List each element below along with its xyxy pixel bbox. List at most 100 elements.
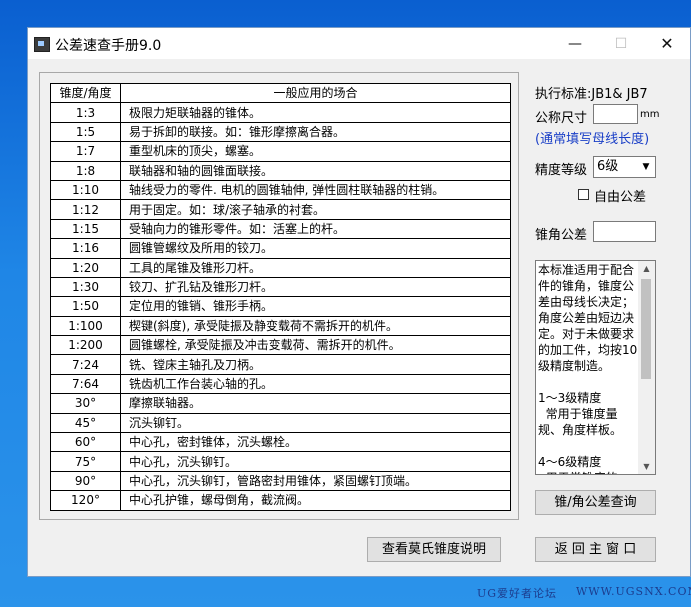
application-cell: 沉头铆钉。 (120, 412, 511, 434)
table-row: 1:10 轴线受力的零件. 电机的圆锥轴伸, 弹性圆柱联轴器的柱销。 (50, 179, 511, 201)
taper-ratio-cell: 75° (50, 451, 121, 472)
table-row: 45° 沉头铆钉。 (50, 412, 511, 434)
application-cell: 楔键(斜度), 承受陡振及静变载荷不需拆开的机件。 (120, 315, 511, 337)
taper-ratio-cell: 1:100 (50, 315, 121, 337)
table-row: 90° 中心孔，沉头铆钉，管路密封用锥体，紧固螺钉顶端。 (50, 470, 511, 492)
table-row: 60° 中心孔，密封锥体，沉头螺栓。 (50, 432, 511, 453)
taper-table: 锥度/角度 一般应用的场合 1:3 极限力矩联轴器的锥体。 1:5 易于拆卸的联接。如… (50, 82, 511, 511)
taper-ratio-cell: 7:64 (50, 373, 121, 395)
scroll-thumb[interactable] (641, 279, 651, 379)
scroll-down-icon[interactable]: ▼ (638, 459, 655, 474)
app-window: 公差速查手册9.0 — ☐ ✕ 锥度/角度 一般应用的场合 1:3 极限力矩联轴器… (27, 27, 691, 577)
table-row: 1:16 圆锥管螺纹及所用的铰刀。 (50, 238, 511, 259)
application-cell: 中心孔护锥，螺母倒角，截流阀。 (120, 490, 511, 511)
taper-table-group: 锥度/角度 一般应用的场合 1:3 极限力矩联轴器的锥体。 1:5 易于拆卸的联接。如… (39, 72, 519, 520)
tolerance-query-button[interactable]: 锥/角公差查询 (535, 490, 656, 515)
taper-ratio-cell: 1:30 (50, 276, 121, 298)
memo-scrollbar[interactable]: ▲ ▼ (638, 261, 655, 474)
grade-label: 精度等级 (535, 163, 588, 178)
table-row: 1:12 用于固定。如：球/滚子轴承的衬套。 (50, 199, 511, 220)
unit-label: mm (640, 109, 660, 120)
application-cell: 工具的尾锥及锥形刀杆。 (120, 257, 511, 278)
table-body: 1:3 极限力矩联轴器的锥体。 1:5 易于拆卸的联接。如：锥形摩擦离合器。 1:7 重型… (50, 102, 511, 511)
hint-label: (通常填写母线长度) (535, 132, 650, 147)
application-cell: 圆锥螺栓, 承受陡振及冲击变载荷、需拆开的机件。 (120, 335, 511, 356)
application-cell: 中心孔，沉头铆钉。 (120, 451, 511, 472)
watermark-right: WWW.UGSNX.COM (576, 585, 691, 598)
app-icon (34, 37, 50, 52)
taper-ratio-cell: 1:5 (50, 121, 121, 143)
nominal-size-input[interactable] (593, 104, 638, 124)
taper-ratio-cell: 1:8 (50, 160, 121, 181)
taper-ratio-cell: 120° (50, 490, 121, 511)
angle-tolerance-output[interactable] (593, 221, 656, 242)
taper-ratio-cell: 1:200 (50, 335, 121, 356)
angle-tolerance-label: 锥角公差 (535, 228, 588, 243)
application-cell: 轴线受力的零件. 电机的圆锥轴伸, 弹性圆柱联轴器的柱销。 (120, 179, 511, 201)
application-cell: 中心孔，密封锥体，沉头螺栓。 (120, 432, 511, 453)
table-row: 7:24 铣、镗床主轴孔及刀柄。 (50, 354, 511, 375)
dropdown-arrow-icon[interactable]: ▼ (639, 159, 653, 175)
maximize-button[interactable]: ☐ (598, 32, 644, 56)
taper-ratio-cell: 30° (50, 393, 121, 414)
title-bar: 公差速查手册9.0 — ☐ ✕ (28, 28, 690, 59)
taper-ratio-cell: 1:20 (50, 257, 121, 278)
close-button[interactable]: ✕ (644, 32, 690, 56)
application-cell: 摩擦联轴器。 (120, 393, 511, 414)
application-cell: 铰刀、扩孔钻及锥形刀杆。 (120, 276, 511, 298)
application-cell: 圆锥管螺纹及所用的铰刀。 (120, 238, 511, 259)
application-cell: 重型机床的顶尖，螺塞。 (120, 141, 511, 162)
application-cell: 联轴器和轴的圆锥面联接。 (120, 160, 511, 181)
table-row: 75° 中心孔，沉头铆钉。 (50, 451, 511, 472)
grade-select-value: 6级 (597, 159, 619, 174)
column-header-taper: 锥度/角度 (50, 82, 121, 104)
application-cell: 定位用的锥销、锥形手柄。 (120, 296, 511, 317)
scroll-up-icon[interactable]: ▲ (638, 261, 655, 276)
watermark-left: UG爱好者论坛 (477, 587, 558, 600)
taper-ratio-cell: 1:15 (50, 218, 121, 240)
application-cell: 中心孔，沉头铆钉，管路密封用锥体，紧固螺钉顶端。 (120, 470, 511, 492)
column-header-application: 一般应用的场合 (120, 82, 511, 104)
taper-ratio-cell: 1:16 (50, 238, 121, 259)
description-memo[interactable]: 本标准适用于配合件的锥角，锥度公差由母线长决定；角度公差由短边决定。对于未做要求… (535, 260, 656, 475)
application-cell: 铣齿机工作台装心轴的孔。 (120, 373, 511, 395)
application-cell: 极限力矩联轴器的锥体。 (120, 102, 511, 123)
taper-ratio-cell: 1:12 (50, 199, 121, 220)
description-text: 本标准适用于配合件的锥角，锥度公差由母线长决定；角度公差由短边决定。对于未做要求… (538, 263, 638, 474)
free-tolerance-checkbox[interactable] (578, 189, 589, 200)
taper-ratio-cell: 1:10 (50, 179, 121, 201)
window-title: 公差速查手册9.0 (55, 38, 162, 54)
taper-ratio-cell: 1:7 (50, 141, 121, 162)
grade-select[interactable]: 6级 ▼ (593, 156, 656, 178)
taper-ratio-cell: 7:24 (50, 354, 121, 375)
table-header-row: 锥度/角度 一般应用的场合 (50, 82, 511, 104)
free-tolerance-label: 自由公差 (594, 190, 647, 205)
taper-ratio-cell: 90° (50, 470, 121, 492)
table-row: 7:64 铣齿机工作台装心轴的孔。 (50, 373, 511, 395)
taper-ratio-cell: 1:3 (50, 102, 121, 123)
minimize-button[interactable]: — (552, 32, 598, 56)
back-to-main-button[interactable]: 返 回 主 窗 口 (535, 537, 656, 562)
mohs-taper-button[interactable]: 查看莫氏锥度说明 (367, 537, 501, 562)
table-row: 1:8 联轴器和轴的圆锥面联接。 (50, 160, 511, 181)
nominal-size-label: 公称尺寸 (535, 111, 588, 126)
taper-ratio-cell: 45° (50, 412, 121, 434)
table-row: 1:50 定位用的锥销、锥形手柄。 (50, 296, 511, 317)
application-cell: 用于固定。如：球/滚子轴承的衬套。 (120, 199, 511, 220)
table-row: 1:30 铰刀、扩孔钻及锥形刀杆。 (50, 276, 511, 298)
table-row: 1:200 圆锥螺栓, 承受陡振及冲击变载荷、需拆开的机件。 (50, 335, 511, 356)
table-row: 1:5 易于拆卸的联接。如：锥形摩擦离合器。 (50, 121, 511, 143)
application-cell: 易于拆卸的联接。如：锥形摩擦离合器。 (120, 121, 511, 143)
taper-ratio-cell: 1:50 (50, 296, 121, 317)
table-row: 1:3 极限力矩联轴器的锥体。 (50, 102, 511, 123)
table-row: 120° 中心孔护锥，螺母倒角，截流阀。 (50, 490, 511, 511)
table-row: 1:7 重型机床的顶尖，螺塞。 (50, 141, 511, 162)
table-row: 1:20 工具的尾锥及锥形刀杆。 (50, 257, 511, 278)
application-cell: 铣、镗床主轴孔及刀柄。 (120, 354, 511, 375)
application-cell: 受轴向力的锥形零件。如：活塞上的杆。 (120, 218, 511, 240)
table-row: 1:100 楔键(斜度), 承受陡振及静变载荷不需拆开的机件。 (50, 315, 511, 337)
table-row: 30° 摩擦联轴器。 (50, 393, 511, 414)
standard-label: 执行标准:JB1& JB7 (535, 87, 648, 102)
taper-ratio-cell: 60° (50, 432, 121, 453)
table-row: 1:15 受轴向力的锥形零件。如：活塞上的杆。 (50, 218, 511, 240)
